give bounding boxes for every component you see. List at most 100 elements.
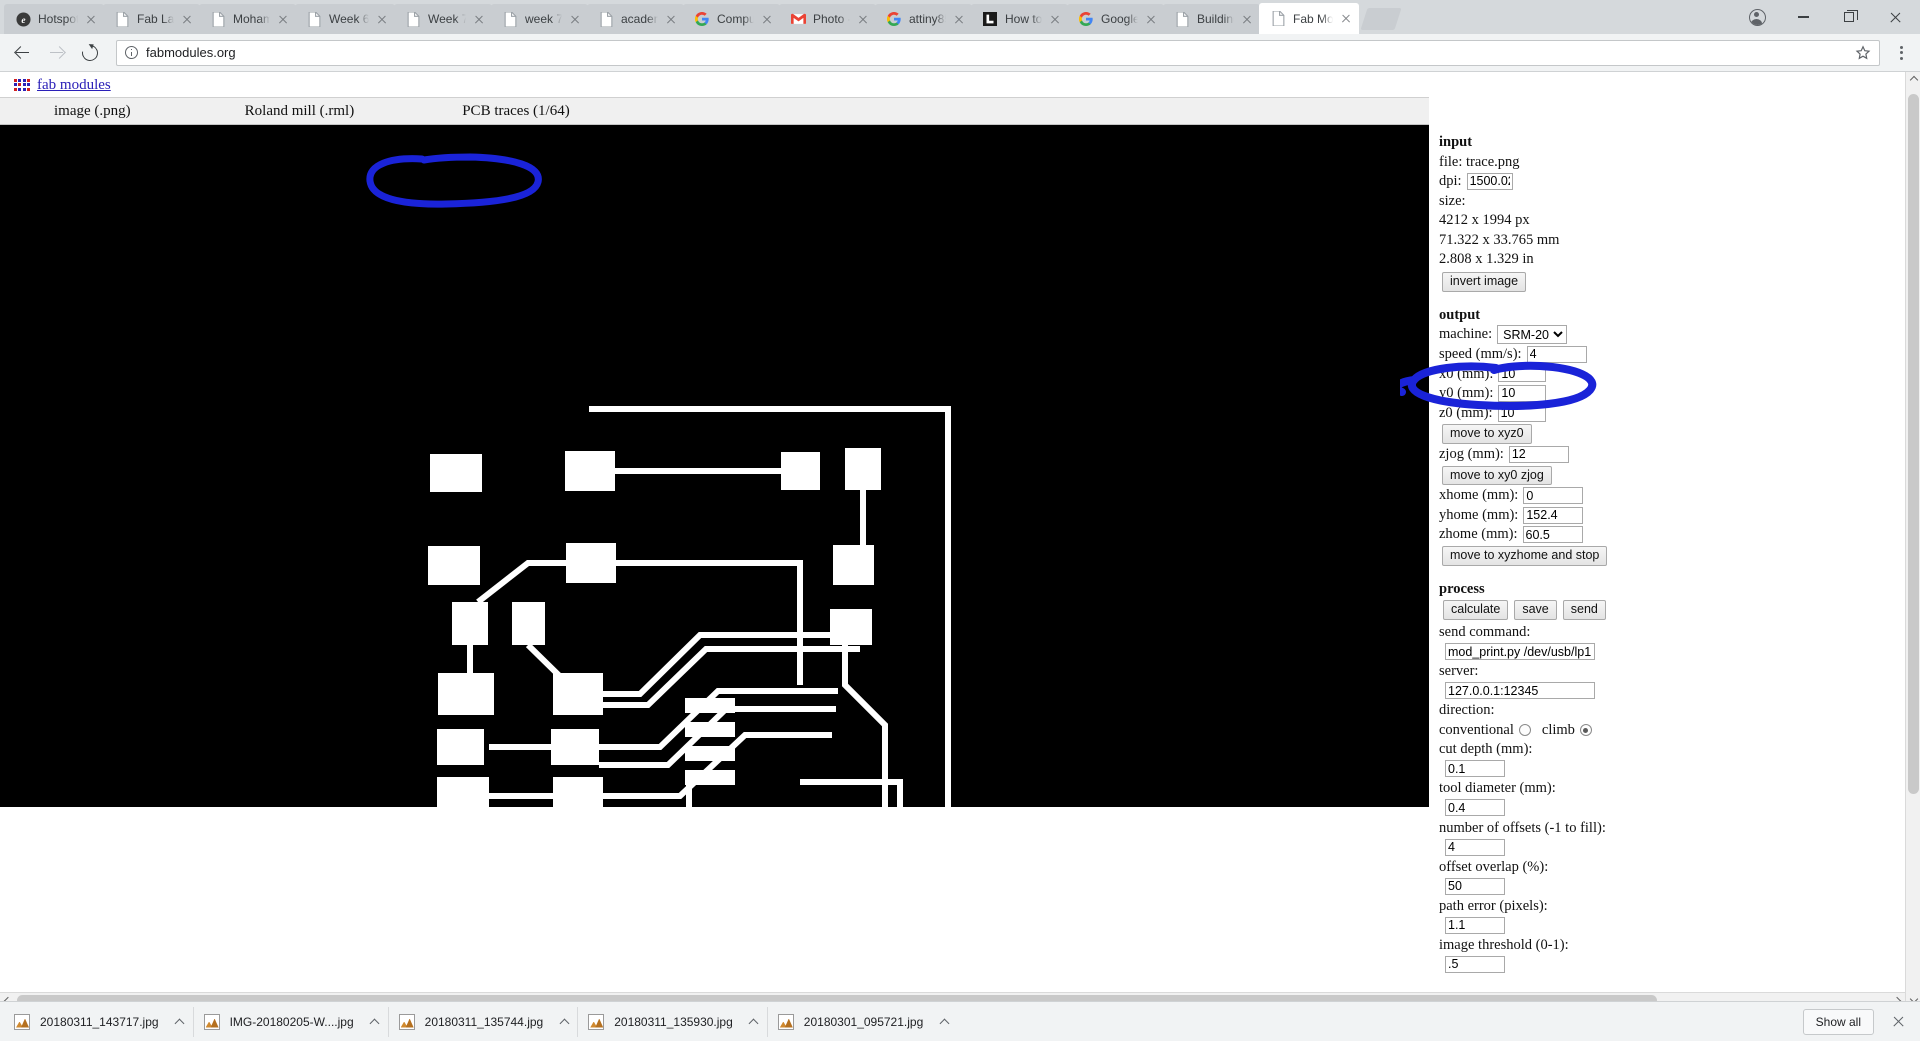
- close-icon[interactable]: [1238, 10, 1256, 28]
- path-error-input[interactable]: [1445, 916, 1505, 934]
- download-item[interactable]: 20180311_135744.jpg: [393, 1006, 579, 1037]
- zjog-input[interactable]: [1508, 445, 1569, 463]
- profile-button[interactable]: [1734, 1, 1780, 33]
- send-button[interactable]: send: [1562, 600, 1606, 621]
- speed-label: speed (mm/s):: [1439, 346, 1522, 363]
- browser-tab[interactable]: attiny85 w: [875, 4, 972, 34]
- chevron-up-icon[interactable]: [173, 1015, 187, 1029]
- z0-input[interactable]: [1497, 404, 1546, 422]
- close-icon[interactable]: [662, 10, 680, 28]
- browser-tab[interactable]: week 7: [491, 4, 588, 34]
- browser-tab-active[interactable]: Fab Modul: [1259, 3, 1359, 34]
- nav-tab-roland-mill-rml[interactable]: Roland mill (.rml): [219, 103, 381, 120]
- minimize-icon: [1797, 16, 1809, 18]
- tool-diameter-input[interactable]: [1445, 799, 1505, 817]
- close-icon[interactable]: [1337, 10, 1355, 28]
- reload-button[interactable]: [76, 39, 104, 67]
- save-button[interactable]: save: [1514, 600, 1557, 621]
- window-close-button[interactable]: [1872, 1, 1918, 33]
- close-icon[interactable]: [470, 10, 488, 28]
- vertical-scrollbar[interactable]: [1905, 72, 1920, 1007]
- info-icon[interactable]: [125, 46, 138, 59]
- tab-strip: e Hotspot Fab Lab Eg Mohamed Week 6 - N: [0, 0, 1920, 34]
- offsets-input[interactable]: [1445, 838, 1505, 856]
- kebab-menu-icon[interactable]: [1890, 42, 1912, 64]
- browser-tab[interactable]: Photo - ns: [779, 4, 876, 34]
- close-icon[interactable]: [950, 10, 968, 28]
- forward-button[interactable]: [42, 39, 70, 67]
- conventional-radio[interactable]: [1518, 724, 1531, 737]
- close-icon[interactable]: [274, 10, 292, 28]
- machine-select[interactable]: SRM-20: [1497, 325, 1568, 345]
- calculate-button[interactable]: calculate: [1443, 600, 1509, 621]
- browser-tab[interactable]: Computer-: [683, 4, 780, 34]
- download-filename: 20180311_143717.jpg: [40, 1014, 159, 1029]
- nav-tab-image-png[interactable]: image (.png): [28, 103, 157, 120]
- svg-text:e: e: [21, 15, 25, 25]
- reload-icon: [78, 41, 102, 64]
- page-icon: [405, 11, 421, 27]
- zhome-input[interactable]: [1522, 526, 1583, 544]
- browser-tab[interactable]: How to Bu: [971, 4, 1068, 34]
- invert-image-button[interactable]: invert image: [1442, 271, 1527, 292]
- move-to-xy0-zjog-button[interactable]: move to xy0 zjog: [1442, 465, 1552, 486]
- chevron-up-icon[interactable]: [557, 1015, 571, 1029]
- server-input[interactable]: [1445, 682, 1595, 700]
- cut-depth-label: cut depth (mm):: [1439, 741, 1533, 758]
- input-dpi-row: dpi:: [1439, 172, 1909, 191]
- close-icon[interactable]: [178, 10, 196, 28]
- download-item[interactable]: 20180311_135930.jpg: [582, 1006, 768, 1037]
- download-item[interactable]: 20180301_095721.jpg: [772, 1007, 957, 1037]
- yhome-input[interactable]: [1523, 506, 1584, 524]
- close-icon[interactable]: [566, 10, 584, 28]
- browser-tab[interactable]: Google Im: [1067, 4, 1164, 34]
- browser-tab[interactable]: Mohamed: [199, 4, 296, 34]
- star-icon[interactable]: [1855, 44, 1871, 61]
- page-icon: [502, 11, 518, 27]
- browser-tab[interactable]: Fab Lab Eg: [103, 4, 200, 34]
- close-icon[interactable]: [758, 10, 776, 28]
- minimize-button[interactable]: [1780, 1, 1826, 33]
- url-text: fabmodules.org: [146, 45, 236, 60]
- close-icon[interactable]: [1046, 10, 1064, 28]
- browser-tab[interactable]: e Hotspot: [4, 4, 104, 34]
- close-icon[interactable]: [854, 10, 872, 28]
- back-button[interactable]: [8, 39, 36, 67]
- scroll-up-icon[interactable]: [1906, 72, 1920, 88]
- y0-input[interactable]: [1498, 384, 1547, 402]
- send-command-input[interactable]: [1445, 643, 1595, 661]
- close-download-shelf-button[interactable]: [1884, 1008, 1912, 1036]
- cut-depth-input[interactable]: [1445, 760, 1505, 778]
- close-icon[interactable]: [373, 10, 391, 28]
- move-to-xyz0-button[interactable]: move to xyz0: [1442, 424, 1532, 445]
- chevron-up-icon[interactable]: [747, 1015, 761, 1029]
- move-to-xyzhome-and-stop-button[interactable]: move to xyzhome and stop: [1442, 546, 1608, 566]
- x0-input[interactable]: [1498, 365, 1547, 383]
- browser-tab[interactable]: Building th: [1163, 4, 1260, 34]
- nav-tab-pcb-traces[interactable]: PCB traces (1/64): [436, 103, 595, 120]
- fab-modules-link[interactable]: fab modules: [37, 77, 111, 94]
- close-icon[interactable]: [1142, 10, 1160, 28]
- browser-tab[interactable]: academy.c: [587, 4, 684, 34]
- chevron-up-icon[interactable]: [368, 1015, 382, 1029]
- address-bar[interactable]: fabmodules.org: [116, 39, 1880, 66]
- browser-tab[interactable]: Week 7 - N: [394, 4, 492, 34]
- vertical-scroll-thumb[interactable]: [1908, 94, 1919, 794]
- download-item[interactable]: IMG-20180205-W....jpg: [198, 1006, 389, 1037]
- x0-row: x0 (mm):: [1439, 365, 1909, 384]
- show-all-downloads-button[interactable]: Show all: [1802, 1008, 1874, 1035]
- dpi-input[interactable]: [1466, 172, 1513, 190]
- offset-overlap-input[interactable]: [1445, 877, 1505, 895]
- speed-input[interactable]: [1526, 345, 1587, 363]
- browser-tab[interactable]: Week 6 - N: [295, 4, 395, 34]
- pcb-trace-canvas[interactable]: [0, 125, 1429, 807]
- image-threshold-input[interactable]: [1445, 955, 1505, 973]
- download-item[interactable]: 20180311_143717.jpg: [8, 1006, 194, 1037]
- climb-radio[interactable]: [1579, 724, 1592, 737]
- close-icon[interactable]: [82, 10, 100, 28]
- xhome-input[interactable]: [1523, 487, 1584, 505]
- chevron-up-icon[interactable]: [937, 1015, 951, 1029]
- new-tab-button[interactable]: [1360, 8, 1402, 30]
- path-error-label: path error (pixels):: [1439, 897, 1548, 914]
- maximize-button[interactable]: [1826, 1, 1872, 33]
